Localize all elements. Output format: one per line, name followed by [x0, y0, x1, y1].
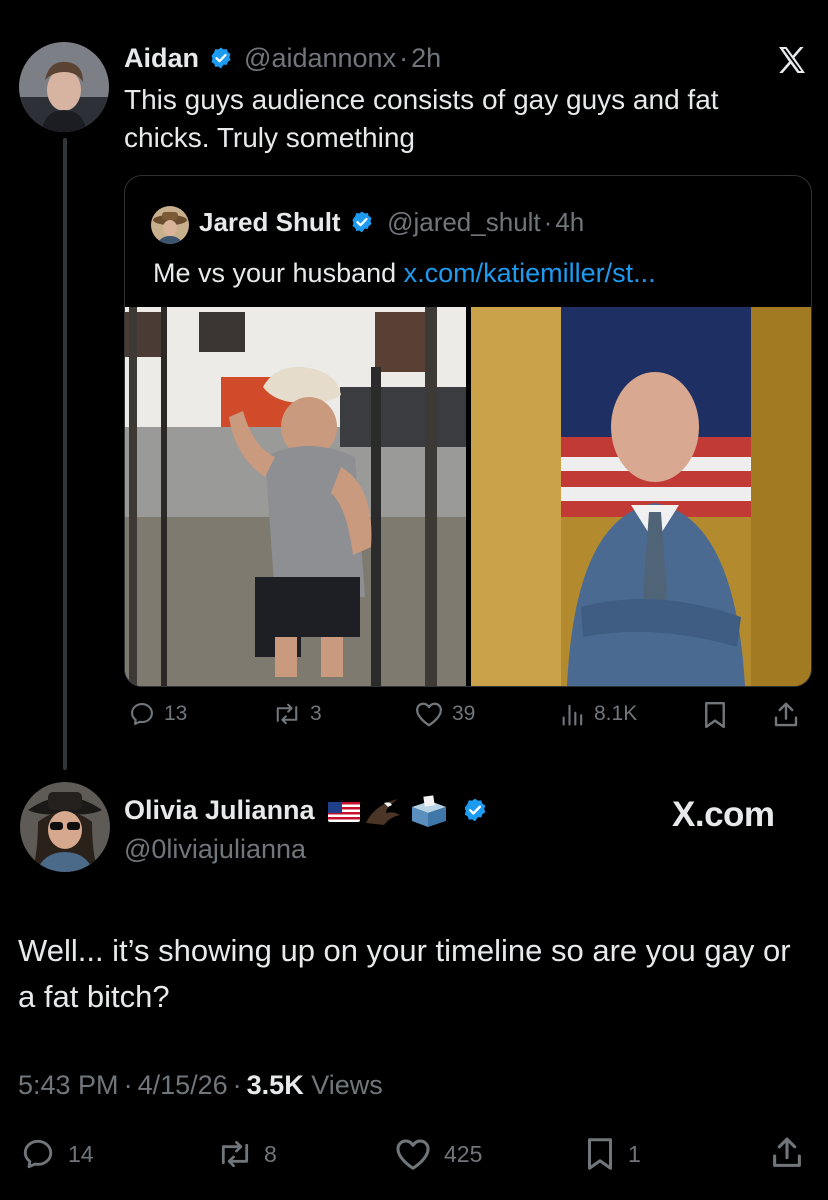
- main-reply-button[interactable]: 14: [20, 1136, 94, 1172]
- reply-likes-count: 39: [452, 702, 476, 725]
- avatar-olivia[interactable]: [20, 782, 110, 872]
- quote-text-body: Me vs your husband: [153, 258, 404, 288]
- avatar-aidan[interactable]: [19, 42, 109, 132]
- us-flag-emoji-icon: [328, 801, 361, 822]
- main-bookmark-button[interactable]: 1: [584, 1136, 641, 1172]
- main-bookmarks-count: 1: [628, 1140, 641, 1167]
- reply-author-name[interactable]: Aidan: [124, 43, 199, 73]
- main-time[interactable]: 5:43 PM: [18, 1070, 119, 1100]
- reply-share-button[interactable]: [772, 700, 800, 730]
- main-views-label: Views: [311, 1070, 383, 1100]
- main-share-button[interactable]: [770, 1134, 804, 1172]
- reply-repost-button[interactable]: 3: [272, 700, 322, 728]
- main-likes-count: 425: [444, 1140, 483, 1167]
- main-meta: 5:43 PM · 4/15/26 · 3.5K Views: [18, 1067, 383, 1103]
- quote-image-left[interactable]: [125, 307, 466, 686]
- reply-reply-button[interactable]: 13: [128, 700, 187, 728]
- heart-icon: [394, 1136, 432, 1172]
- quote-link[interactable]: x.com/katiemiller/st...: [404, 258, 656, 288]
- verified-badge-icon: [350, 210, 374, 234]
- meta-separator: ·: [232, 1070, 242, 1100]
- reply-timestamp[interactable]: 2h: [411, 43, 441, 73]
- verified-badge-icon: [462, 797, 488, 823]
- thread-connector-line: [63, 138, 67, 770]
- views-chart-icon: [560, 700, 586, 728]
- share-icon: [770, 1134, 804, 1172]
- xcom-watermark: X.com: [672, 795, 775, 834]
- reply-replies-count: 13: [164, 702, 188, 725]
- quote-header: Jared Shult @jared_shult · 4h: [199, 204, 584, 240]
- main-reposts-count: 8: [264, 1140, 277, 1167]
- main-tweet-text: Well... it’s showing up on your timeline…: [18, 933, 791, 1014]
- quote-image-right[interactable]: [471, 307, 811, 686]
- reply-views-button[interactable]: 8.1K: [560, 700, 637, 728]
- main-repost-button[interactable]: 8: [216, 1136, 277, 1172]
- name-emojis: [326, 795, 450, 829]
- reply-text: This guys audience consists of gay guys …: [124, 84, 719, 153]
- main-header: Olivia Julianna: [124, 792, 488, 829]
- reply-handle[interactable]: @aidannonx: [244, 43, 396, 73]
- main-like-button[interactable]: 425: [394, 1136, 482, 1172]
- repost-icon: [272, 700, 302, 728]
- meta-separator: ·: [123, 1070, 133, 1100]
- x-logo-icon: [777, 46, 807, 74]
- repost-icon: [216, 1136, 254, 1172]
- main-views-count: 3.5K: [246, 1070, 304, 1100]
- reply-views-count: 8.1K: [594, 702, 638, 725]
- reply-like-button[interactable]: 39: [414, 700, 475, 728]
- reply-separator: ·: [399, 43, 409, 73]
- reply-icon: [20, 1136, 56, 1172]
- ballot-box-emoji-icon: [412, 795, 447, 827]
- share-icon: [772, 700, 800, 730]
- verified-badge-icon: [209, 46, 233, 70]
- quoted-tweet-card[interactable]: Jared Shult @jared_shult · 4h Me vs your h…: [124, 175, 812, 687]
- main-handle[interactable]: @0liviajulianna: [124, 831, 306, 867]
- main-date[interactable]: 4/15/26: [138, 1070, 228, 1100]
- reply-icon: [128, 700, 156, 728]
- quote-text: Me vs your husband x.com/katiemiller/st.…: [153, 255, 656, 291]
- main-author-name[interactable]: Olivia Julianna: [124, 795, 315, 825]
- quote-author-name[interactable]: Jared Shult: [199, 207, 341, 237]
- bookmark-icon: [584, 1136, 616, 1172]
- quote-separator: ·: [543, 207, 553, 237]
- heart-icon: [414, 700, 444, 728]
- reply-header: Aidan @aidannonx · 2h: [124, 40, 441, 76]
- reply-reposts-count: 3: [310, 702, 322, 725]
- main-replies-count: 14: [68, 1140, 94, 1167]
- avatar-jared[interactable]: [151, 206, 189, 244]
- reply-bookmark-button[interactable]: [702, 700, 728, 730]
- quote-handle[interactable]: @jared_shult: [387, 207, 541, 237]
- eagle-emoji-icon: [366, 798, 401, 825]
- bookmark-icon: [702, 700, 728, 730]
- quote-timestamp[interactable]: 4h: [555, 207, 584, 237]
